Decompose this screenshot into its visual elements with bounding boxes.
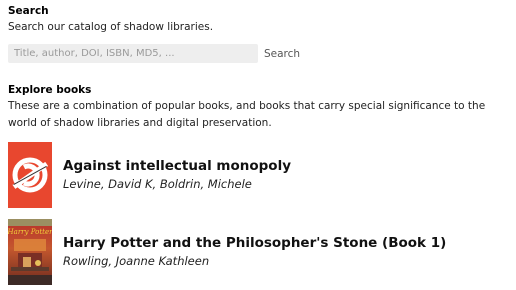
search-input[interactable]: [8, 44, 258, 63]
search-button[interactable]: Search: [262, 48, 302, 60]
book-cover[interactable]: [8, 142, 52, 208]
cover-title-text: Harry Potter: [8, 228, 52, 236]
book-title[interactable]: Harry Potter and the Philosopher's Stone…: [63, 234, 446, 252]
book-info: Harry Potter and the Philosopher's Stone…: [63, 234, 446, 270]
book-item[interactable]: Harry Potter Harry Potter and the Philos…: [8, 219, 446, 285]
search-heading: Search: [8, 5, 49, 17]
copyleft-cover-image: [8, 142, 52, 208]
book-title[interactable]: Against intellectual monopoly: [63, 157, 291, 175]
book-author: Rowling, Joanne Kathleen: [63, 254, 210, 268]
harry-potter-cover-image: Harry Potter: [8, 219, 52, 285]
search-form: Search: [8, 44, 302, 63]
book-info: Against intellectual monopoly Levine, Da…: [63, 157, 291, 193]
explore-description: These are a combination of popular books…: [8, 100, 486, 129]
book-author: Levine, David K, Boldrin, Michele: [63, 177, 252, 191]
book-item[interactable]: Against intellectual monopoly Levine, Da…: [8, 142, 291, 208]
explore-heading: Explore books: [8, 84, 92, 96]
search-description: Search our catalog of shadow libraries.: [8, 21, 214, 33]
book-cover[interactable]: Harry Potter: [8, 219, 52, 285]
